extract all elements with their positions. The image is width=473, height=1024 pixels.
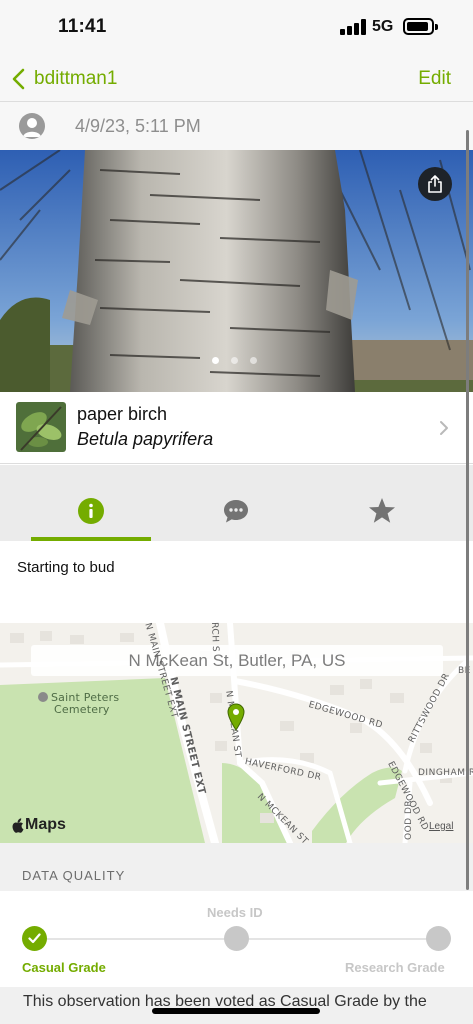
info-icon bbox=[78, 498, 104, 524]
chevron-right-icon bbox=[440, 421, 448, 435]
observation-notes: Starting to bud bbox=[0, 541, 473, 623]
taxon-thumbnail bbox=[16, 402, 66, 452]
tab-activity[interactable] bbox=[218, 493, 254, 529]
star-icon bbox=[369, 498, 395, 523]
street-label-dingham: DINGHAM RD bbox=[418, 768, 473, 778]
apple-logo-icon bbox=[12, 817, 24, 833]
signal-icon bbox=[340, 19, 366, 35]
detail-tab-bar bbox=[0, 465, 473, 541]
tab-info[interactable] bbox=[73, 493, 109, 529]
data-quality-header: DATA QUALITY bbox=[0, 843, 473, 891]
taxon-common-name: paper birch bbox=[77, 404, 168, 424]
birch-bark-photo bbox=[0, 150, 473, 392]
needs-id-label: Needs ID bbox=[207, 905, 263, 920]
edit-button[interactable]: Edit bbox=[418, 68, 451, 90]
share-icon bbox=[428, 175, 442, 193]
observation-photo[interactable] bbox=[0, 150, 473, 392]
cemetery-icon bbox=[38, 692, 48, 702]
poi-name-line2: Cemetery bbox=[54, 703, 110, 716]
cemetery-poi: Saint Peters Cemetery bbox=[38, 692, 119, 716]
needs-id-step bbox=[224, 926, 249, 951]
status-bar: 11:41 5G bbox=[0, 0, 473, 56]
back-label: bdittman1 bbox=[34, 68, 118, 89]
status-time: 11:41 bbox=[58, 16, 107, 37]
navigation-bar: bdittman1 Edit bbox=[0, 56, 473, 102]
legal-link[interactable]: Legal bbox=[429, 821, 453, 832]
avatar[interactable] bbox=[19, 113, 45, 139]
observer-row: 4/9/23, 5:11 PM bbox=[0, 102, 473, 150]
chevron-left-icon bbox=[12, 68, 25, 90]
street-label-right-lower: OOD DR bbox=[404, 799, 414, 840]
street-label-church: RCH S bbox=[209, 622, 221, 653]
page-dot bbox=[212, 357, 219, 364]
observation-date: 4/9/23, 5:11 PM bbox=[75, 116, 201, 136]
description-text: Starting to bud bbox=[17, 559, 115, 576]
maps-label: Maps bbox=[25, 816, 66, 833]
home-indicator[interactable] bbox=[152, 1008, 320, 1014]
data-quality-title: DATA QUALITY bbox=[22, 868, 126, 883]
taxon-row[interactable]: paper birch Betula papyrifera bbox=[0, 392, 473, 464]
casual-grade-step bbox=[22, 926, 47, 951]
network-type: 5G bbox=[372, 18, 394, 35]
casual-grade-label: Casual Grade bbox=[22, 960, 106, 975]
checkmark-icon bbox=[28, 933, 41, 944]
scrollbar[interactable] bbox=[466, 130, 469, 890]
map-location-label: N McKean St, Butler, PA, US bbox=[31, 645, 443, 676]
back-button[interactable]: bdittman1 bbox=[10, 62, 117, 96]
map-pin-icon bbox=[227, 703, 245, 731]
person-icon bbox=[23, 118, 41, 137]
photo-page-indicator bbox=[212, 357, 257, 364]
research-grade-step bbox=[426, 926, 451, 951]
maps-attribution: Maps bbox=[11, 816, 66, 834]
page-dot bbox=[231, 357, 238, 364]
research-grade-label: Research Grade bbox=[345, 960, 445, 975]
data-quality-note: This observation has been voted as Casua… bbox=[0, 987, 473, 1024]
battery-icon bbox=[403, 18, 438, 35]
tab-favorites[interactable] bbox=[364, 493, 400, 529]
taxon-scientific-name: Betula papyrifera bbox=[77, 429, 214, 449]
chat-bubble-icon bbox=[224, 500, 248, 523]
page-dot bbox=[250, 357, 257, 364]
share-button[interactable] bbox=[418, 167, 452, 201]
